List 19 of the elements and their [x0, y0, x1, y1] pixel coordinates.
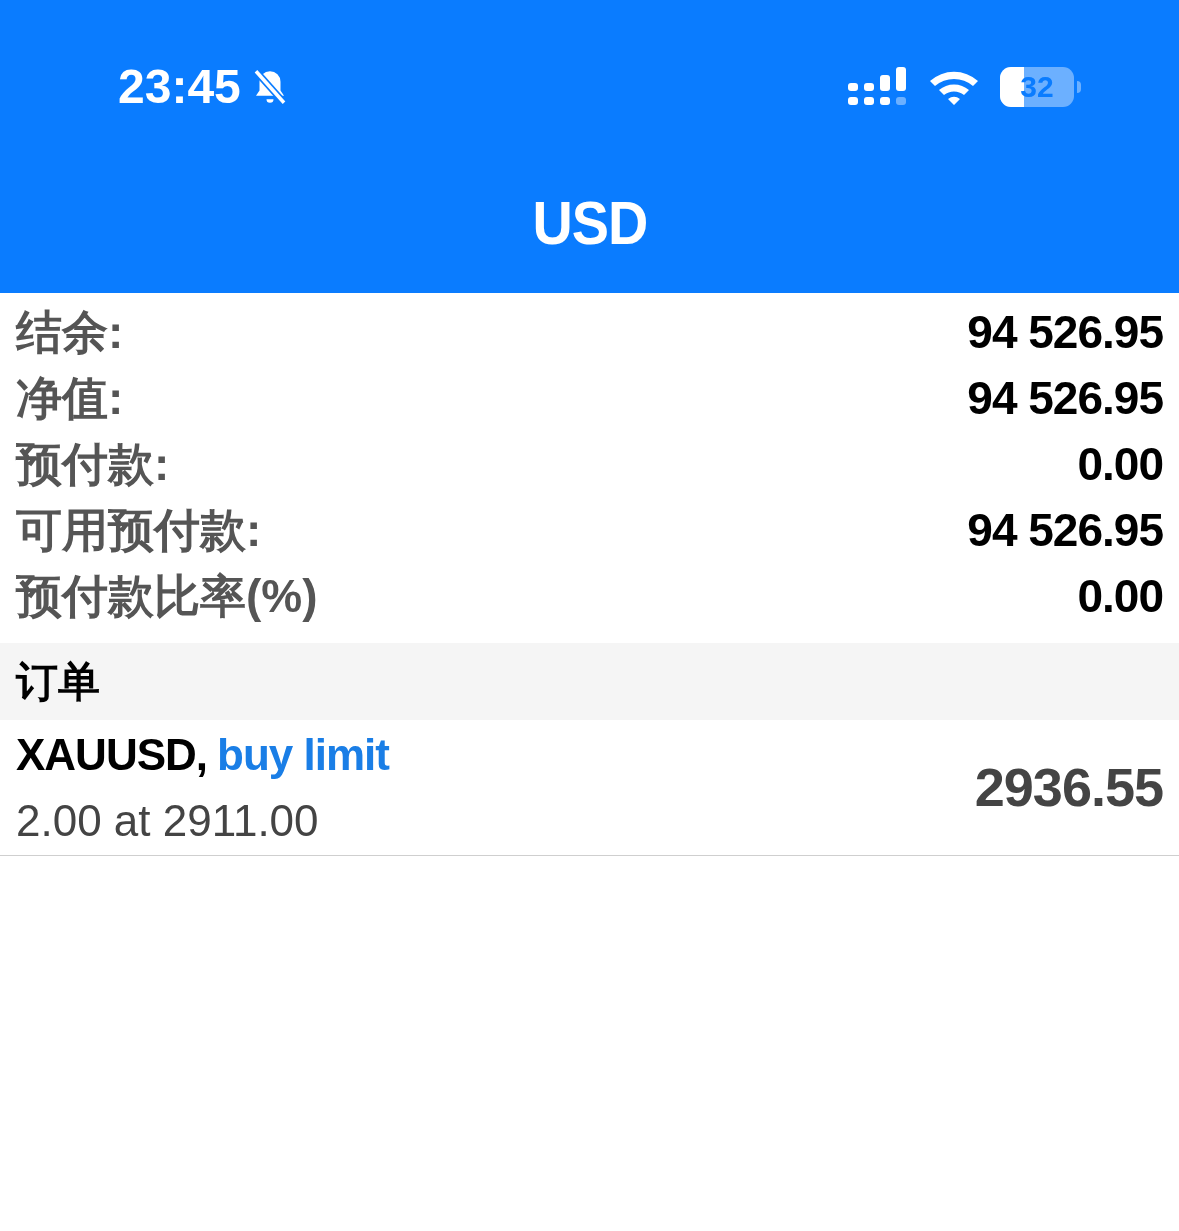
field-label: 净值:	[16, 370, 124, 426]
page-title: USD	[531, 187, 648, 259]
field-label: 结余:	[16, 304, 124, 360]
field-value: 94 526.95	[967, 502, 1163, 558]
order-row[interactable]: XAUUSD, buy limit 2.00 at 2911.00 2936.55	[0, 720, 1179, 856]
field-value: 0.00	[1077, 436, 1163, 492]
field-label: 预付款比率(%)	[16, 568, 318, 624]
field-value: 0.00	[1077, 568, 1163, 624]
signal-icon	[848, 67, 908, 107]
field-value: 94 526.95	[967, 304, 1163, 360]
clock-time: 23:45	[118, 59, 241, 115]
order-symbol: XAUUSD,	[16, 728, 208, 781]
section-title: 订单	[16, 657, 100, 707]
field-label: 可用预付款:	[16, 502, 262, 558]
order-type: buy limit	[217, 728, 389, 781]
order-price: 2936.55	[974, 756, 1163, 819]
field-label: 预付款:	[16, 436, 170, 492]
order-detail: 2.00 at 2911.00	[16, 794, 320, 847]
field-value: 94 526.95	[967, 370, 1163, 426]
